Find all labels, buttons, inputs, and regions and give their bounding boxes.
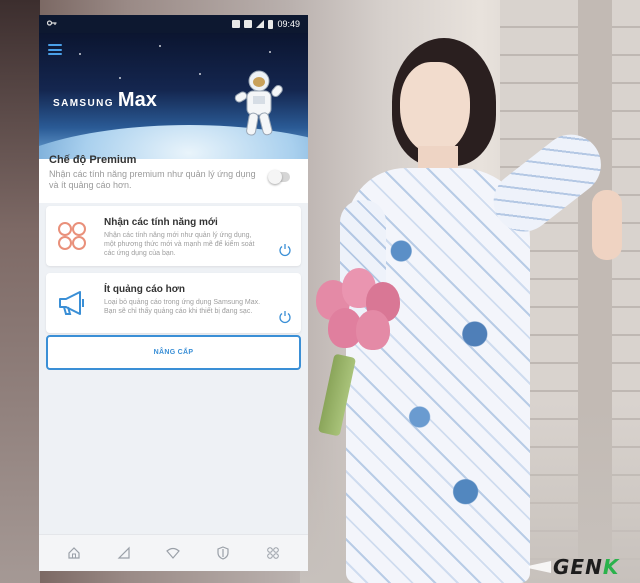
- bottom-navigation: [39, 534, 308, 571]
- right-hand: [592, 190, 622, 260]
- data-saver-icon[interactable]: [114, 543, 134, 563]
- grid-circles-icon: [58, 222, 86, 250]
- premium-title: Chế độ Premium: [49, 154, 137, 166]
- premium-toggle[interactable]: [268, 170, 290, 184]
- toggle-knob: [268, 170, 282, 184]
- lotus-bouquet: [312, 268, 404, 360]
- upgrade-button[interactable]: NÂNG CẤP: [46, 335, 301, 370]
- feature-content: Nhận các tính năng mới Nhận các tính năn…: [39, 203, 308, 534]
- background-blur: [0, 0, 40, 583]
- feature-card-fewer-ads: Ít quảng cáo hơn Loại bỏ quảng cáo trong…: [46, 273, 301, 333]
- hero-banner: SAMSUNG Max: [39, 33, 308, 159]
- signal-icon: [256, 20, 265, 28]
- phone-screen: 09:49 SAMSUNG Max Chế độ Premium Nhận cá…: [39, 15, 308, 571]
- woman-face: [400, 62, 470, 154]
- brand-max: Max: [117, 89, 157, 111]
- card-title: Ít quảng cáo hơn: [104, 284, 185, 295]
- privacy-shield-icon[interactable]: [213, 543, 233, 563]
- power-icon[interactable]: [278, 243, 292, 257]
- nfc-icon: [244, 20, 253, 28]
- premium-section: Chế độ Premium Nhận các tính năng premiu…: [39, 154, 308, 203]
- card-description: Nhận các tính năng mới như quản lý ứng d…: [104, 232, 255, 257]
- alarm-icon: [232, 20, 241, 28]
- power-icon[interactable]: [278, 310, 292, 324]
- feature-card-new-features: Nhận các tính năng mới Nhận các tính năn…: [46, 206, 301, 266]
- watermark-mark: [529, 561, 551, 573]
- home-icon[interactable]: [64, 543, 84, 563]
- watermark-accent: K: [602, 555, 620, 579]
- apps-icon[interactable]: [263, 543, 283, 563]
- megaphone-icon: [59, 291, 84, 315]
- card-title: Nhận các tính năng mới: [104, 217, 218, 228]
- samsung-max-logo: SAMSUNG Max: [53, 89, 157, 112]
- brand-samsung: SAMSUNG: [53, 98, 114, 109]
- status-time: 09:49: [277, 19, 300, 29]
- menu-icon[interactable]: [48, 44, 62, 55]
- key-icon: [46, 19, 57, 29]
- wifi-icon[interactable]: [163, 543, 183, 563]
- astronaut-icon: [234, 70, 283, 136]
- status-bar: 09:49: [39, 15, 308, 33]
- premium-description: Nhận các tính năng premium như quản lý ứ…: [49, 169, 256, 190]
- card-description: Loại bỏ quảng cáo trong ứng dụng Samsung…: [104, 299, 261, 315]
- watermark-text: GEN: [553, 555, 603, 579]
- battery-icon: [268, 19, 274, 29]
- genk-watermark: GENK: [529, 555, 631, 579]
